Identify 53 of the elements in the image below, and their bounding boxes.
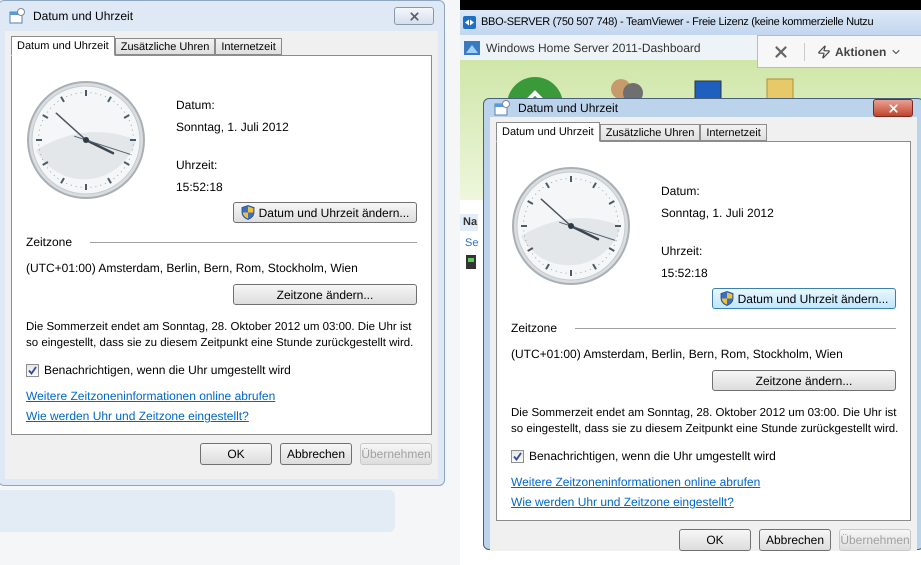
help-link[interactable]: Wie werden Uhr und Zeitzone eingestellt?: [511, 493, 734, 511]
close-button[interactable]: [394, 7, 434, 25]
sidebar-text: Se: [464, 236, 478, 250]
help-link[interactable]: Weitere Zeitzoneninformationen online abrufen: [26, 387, 276, 405]
tab[interactable]: Datum und Uhrzeit: [496, 122, 600, 142]
dst-notice: Die Sommerzeit endet am Sonntag, 28. Oktober 2012 um 03:00. Die Uhr ist so eingestellt, dass sie zu diesem Zeitpunkt eine Stunde zurückgestellt wird.: [511, 406, 900, 437]
dialog-button[interactable]: OK: [200, 443, 272, 465]
tab[interactable]: Zusätzliche Uhren: [600, 124, 700, 141]
close-button[interactable]: [873, 99, 913, 117]
sidebar-text: Na: [460, 214, 478, 230]
dashboard-title: Windows Home Server 2011-Dashboard: [486, 40, 701, 56]
section-heading: Zeitzone: [511, 320, 558, 337]
notify-checkbox[interactable]: Benachrichtigen, wenn die Uhr umgestellt wird: [511, 447, 896, 465]
calendar-clock-icon: [9, 8, 25, 24]
dialog-button[interactable]: Abbrechen: [759, 529, 831, 551]
shield-icon: [720, 291, 734, 306]
tab[interactable]: Internetzeit: [700, 124, 767, 141]
dialog-button[interactable]: OK: [679, 529, 751, 551]
change-timezone-button[interactable]: Zeitzone ändern...: [233, 284, 417, 305]
app-logo-icon: [463, 16, 476, 29]
time-label: Uhrzeit:: [176, 157, 218, 174]
date-value: Sonntag, 1. Juli 2012: [176, 119, 290, 136]
window-title: BBO-SERVER (750 507 748) - TeamViewer - Freie Lizenz (keine kommerzielle Nutzu: [481, 15, 874, 30]
calendar-clock-icon: [494, 100, 510, 116]
lightning-icon: [817, 44, 831, 58]
dst-notice: Die Sommerzeit endet am Sonntag, 28. Oktober 2012 um 03:00. Die Uhr ist so eingestellt, dass sie zu diesem Zeitpunkt eine Stunde zurückgestellt wird.: [26, 320, 414, 351]
window-title: Datum und Uhrzeit: [33, 8, 134, 25]
tab[interactable]: Zusätzliche Uhren: [114, 38, 216, 55]
time-value: 15:52:18: [661, 265, 709, 282]
time-label: Uhrzeit:: [661, 243, 704, 260]
date-label: Datum:: [176, 97, 216, 114]
tab[interactable]: Datum und Uhrzeit: [11, 36, 115, 56]
tab[interactable]: Internetzeit: [215, 38, 282, 55]
window-title: Datum und Uhrzeit: [518, 100, 620, 117]
help-link[interactable]: Wie werden Uhr und Zeitzone eingestellt?: [26, 407, 249, 425]
date-label: Datum:: [661, 183, 701, 200]
server-icon: [466, 255, 476, 269]
timezone-value: (UTC+01:00) Amsterdam, Berlin, Bern, Rom, Stockholm, Wien: [26, 260, 359, 277]
section-heading: Zeitzone: [26, 234, 72, 251]
change-datetime-button[interactable]: Datum und Uhrzeit ändern...: [233, 202, 417, 223]
change-timezone-button[interactable]: Zeitzone ändern...: [712, 370, 896, 391]
dialog-button[interactable]: Abbrechen: [280, 443, 352, 465]
shield-icon: [240, 205, 255, 220]
change-datetime-button[interactable]: Datum und Uhrzeit ändern...: [712, 288, 896, 309]
date-value: Sonntag, 1. Juli 2012: [661, 205, 775, 222]
dashboard-logo-icon: [464, 40, 480, 54]
close-icon: [886, 102, 900, 114]
close-icon: [408, 10, 420, 22]
help-link[interactable]: Weitere Zeitzoneninformationen online abrufen: [511, 473, 760, 491]
time-value: 15:52:18: [176, 179, 224, 196]
timezone-value: (UTC+01:00) Amsterdam, Berlin, Bern, Rom, Stockholm, Wien: [511, 346, 844, 363]
notify-checkbox[interactable]: Benachrichtigen, wenn die Uhr umgestellt wird: [26, 361, 417, 379]
actions-button[interactable]: Aktionen: [804, 42, 902, 60]
